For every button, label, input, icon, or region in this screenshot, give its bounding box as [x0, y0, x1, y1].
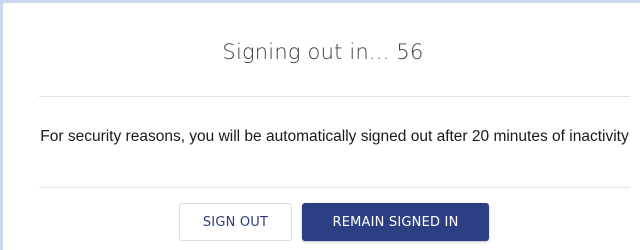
bottom-divider: [39, 187, 630, 188]
session-timeout-dialog: Signing out in... 56 For security reason…: [6, 6, 640, 250]
remain-signed-in-button[interactable]: REMAIN SIGNED IN: [302, 203, 489, 241]
page-frame: Signing out in... 56 For security reason…: [0, 0, 640, 250]
dialog-actions: SIGN OUT REMAIN SIGNED IN: [6, 203, 640, 241]
dialog-message: For security reasons, you will be automa…: [40, 128, 629, 145]
dialog-title: Signing out in... 56: [222, 40, 424, 64]
sign-out-button[interactable]: SIGN OUT: [179, 203, 292, 241]
top-divider: [39, 96, 630, 97]
